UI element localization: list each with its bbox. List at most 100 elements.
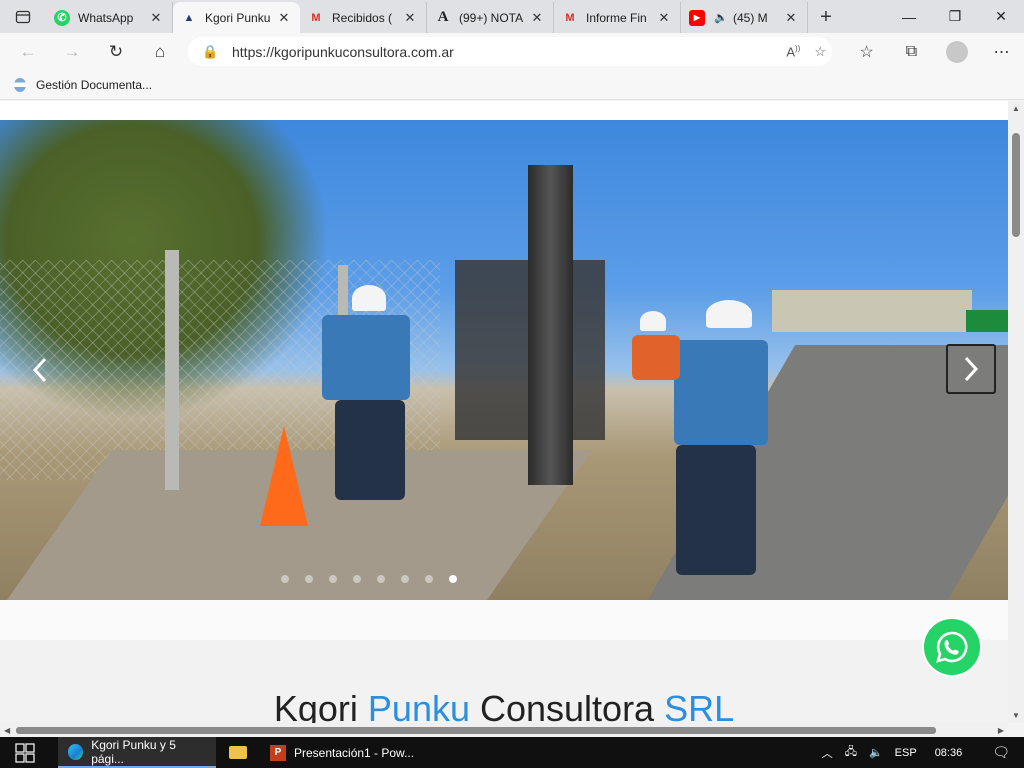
back-button[interactable]: ← xyxy=(6,33,50,70)
scroll-right-arrow-icon[interactable]: ▶ xyxy=(998,726,1004,735)
tab-title: WhatsApp xyxy=(78,10,134,25)
company-heading: Kgori Punku Consultora SRL xyxy=(0,688,1008,723)
omnibox-actions: A)) ☆ xyxy=(786,37,826,66)
hero-slider xyxy=(0,120,1008,600)
whatsapp-icon: ✆ xyxy=(54,9,70,26)
language-indicator[interactable]: ESP xyxy=(895,747,917,759)
close-icon[interactable]: ✕ xyxy=(656,10,672,26)
tab-youtube[interactable]: ▶ 🔈 (45) M ✕ xyxy=(681,2,808,33)
read-aloud-icon[interactable]: A)) xyxy=(786,44,800,59)
a-letter-icon: A xyxy=(437,9,449,25)
close-icon[interactable]: ✕ xyxy=(402,10,418,26)
scroll-down-arrow-icon[interactable]: ▼ xyxy=(1012,711,1020,720)
slider-dots xyxy=(281,575,457,583)
gmail-icon: M xyxy=(311,11,321,24)
heading-part: Kgori xyxy=(273,688,368,723)
heading-part: Consultora xyxy=(469,688,665,723)
slider-dot[interactable] xyxy=(425,575,433,583)
tab-kgori-punku[interactable]: ▲ Kgori Punku ✕ xyxy=(173,2,300,33)
tab-whatsapp[interactable]: ✆ WhatsApp ✕ xyxy=(46,2,173,33)
lock-icon[interactable]: 🔒 xyxy=(202,44,222,60)
network-icon[interactable]: 🖧 xyxy=(845,743,857,762)
slider-dot[interactable] xyxy=(353,575,361,583)
close-window-button[interactable]: ✕ xyxy=(978,0,1024,33)
close-icon[interactable]: ✕ xyxy=(276,10,292,26)
slider-next-button[interactable] xyxy=(946,344,996,394)
collections-icon[interactable]: ⧉ xyxy=(889,33,934,70)
taskbar-edge[interactable]: Kgori Punku y 5 pági... xyxy=(58,737,216,768)
more-menu-icon[interactable]: ⋯ xyxy=(979,33,1024,70)
worker xyxy=(322,315,410,400)
add-favorite-icon[interactable]: ☆ xyxy=(814,44,826,60)
chevron-up-icon[interactable]: ︿ xyxy=(822,745,833,761)
profile-button[interactable] xyxy=(934,33,979,70)
forward-button[interactable]: → xyxy=(50,33,94,70)
start-button[interactable] xyxy=(0,737,50,768)
navigation-bar: ← → ↻ ⌂ 🔒 https://kgoripunkuconsultora.c… xyxy=(0,33,1024,70)
minimize-button[interactable]: — xyxy=(886,0,932,33)
tab-informe[interactable]: M Informe Fin ✕ xyxy=(554,2,681,33)
horizontal-scroll-thumb[interactable] xyxy=(16,727,936,734)
notifications-icon[interactable]: 🗨 xyxy=(992,744,1010,761)
favorites-bar: Gestión Documenta... xyxy=(0,70,1024,100)
whatsapp-icon xyxy=(936,631,968,663)
favorite-gestion-documental[interactable]: Gestión Documenta... xyxy=(36,78,152,92)
taskbar: Kgori Punku y 5 pági... P Presentación1 … xyxy=(0,737,1024,768)
taskbar-file-explorer[interactable] xyxy=(216,737,260,768)
close-icon[interactable]: ✕ xyxy=(148,10,164,26)
tab-actions-icon xyxy=(15,10,31,23)
slider-dot[interactable] xyxy=(401,575,409,583)
avatar xyxy=(945,40,968,63)
helmet xyxy=(706,300,752,328)
slider-dot[interactable] xyxy=(329,575,337,583)
tab-recibidos[interactable]: M Recibidos ( ✕ xyxy=(300,2,427,33)
vertical-scrollbar[interactable]: ▲ ▼ xyxy=(1008,101,1024,723)
road-sign xyxy=(966,310,1008,332)
volume-icon[interactable]: 🔈 xyxy=(869,746,883,759)
slider-prev-button[interactable] xyxy=(15,345,65,395)
scroll-up-arrow-icon[interactable]: ▲ xyxy=(1012,104,1020,113)
tab-bar: ✆ WhatsApp ✕ ▲ Kgori Punku ✕ M Recibidos… xyxy=(0,0,1024,33)
argentina-flag-icon xyxy=(14,77,26,92)
chevron-left-icon xyxy=(32,357,47,383)
window-controls: — ❐ ✕ xyxy=(886,0,1024,33)
toolbar-right: ☆ ⧉ ⋯ xyxy=(844,33,1024,70)
traffic-cone xyxy=(260,426,308,526)
tab-title: Recibidos ( xyxy=(332,10,393,25)
warehouse xyxy=(772,290,972,332)
tab-title: (45) M xyxy=(733,10,768,25)
clock[interactable]: 08:36 xyxy=(935,747,963,759)
worker xyxy=(676,445,756,575)
heading-accent: SRL xyxy=(664,688,735,723)
url-text[interactable]: https://kgoripunkuconsultora.com.ar xyxy=(232,44,454,60)
close-icon[interactable]: ✕ xyxy=(783,10,799,26)
worker xyxy=(632,335,680,380)
worker xyxy=(335,400,405,500)
refresh-button[interactable]: ↻ xyxy=(94,33,138,70)
favorites-icon[interactable]: ☆ xyxy=(844,33,889,70)
tab-actions-button[interactable] xyxy=(0,0,46,33)
taskbar-label: Presentación1 - Pow... xyxy=(294,745,415,760)
chevron-right-icon xyxy=(964,356,979,382)
home-button[interactable]: ⌂ xyxy=(138,33,182,70)
restore-button[interactable]: ❐ xyxy=(932,0,978,33)
close-icon[interactable]: ✕ xyxy=(529,10,545,26)
slider-dot[interactable] xyxy=(449,575,457,583)
slider-dot[interactable] xyxy=(377,575,385,583)
slider-dot[interactable] xyxy=(305,575,313,583)
horizontal-scrollbar[interactable]: ◀ ▶ xyxy=(0,723,1008,737)
powerpoint-icon: P xyxy=(270,744,286,761)
scroll-left-arrow-icon[interactable]: ◀ xyxy=(4,726,10,735)
tab-nota[interactable]: A (99+) NOTA ✕ xyxy=(427,2,554,33)
slider-dot[interactable] xyxy=(281,575,289,583)
new-tab-button[interactable]: + xyxy=(808,2,844,33)
address-bar[interactable]: 🔒 https://kgoripunkuconsultora.com.ar A)… xyxy=(188,37,832,66)
windows-grid-icon xyxy=(15,742,35,763)
speaker-icon[interactable]: 🔈 xyxy=(713,10,729,26)
tab-title: Informe Fin xyxy=(586,10,647,25)
page-viewport: Kgori Punku Consultora SRL xyxy=(0,101,1008,723)
taskbar-powerpoint[interactable]: P Presentación1 - Pow... xyxy=(260,737,424,768)
whatsapp-float-button[interactable] xyxy=(922,617,982,677)
taskbar-label: Kgori Punku y 5 pági... xyxy=(91,737,176,766)
vertical-scroll-thumb[interactable] xyxy=(1012,133,1020,237)
